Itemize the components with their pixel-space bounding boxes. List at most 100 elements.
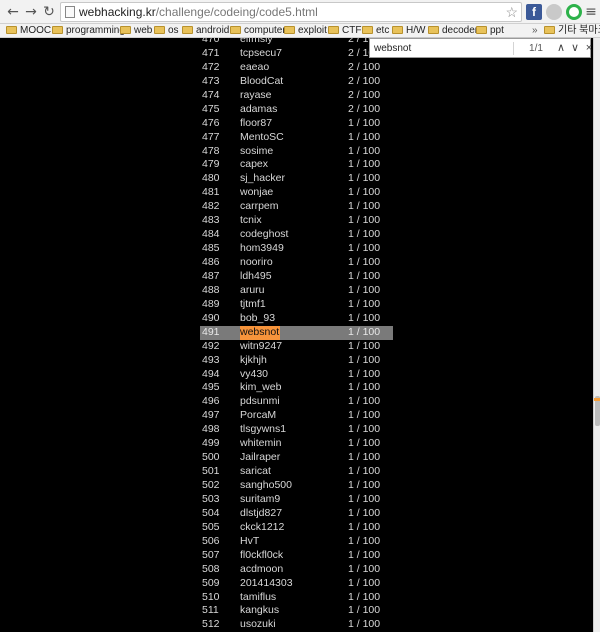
score-cell: 1 / 100 bbox=[348, 172, 381, 185]
bookmark-decoder[interactable]: decoder bbox=[428, 24, 478, 37]
score-cell: 1 / 100 bbox=[348, 479, 381, 491]
bookmark-android[interactable]: android bbox=[182, 24, 229, 37]
rank-cell: 500 bbox=[202, 451, 220, 464]
name-cell: suritam9 bbox=[240, 492, 281, 505]
score-cell: 1 / 100 bbox=[348, 339, 381, 352]
table-row: 500 Jailraper 1 / 100 bbox=[0, 451, 593, 465]
name-cell: usozuki bbox=[240, 618, 276, 631]
rank-cell: 508 bbox=[202, 562, 220, 575]
score-cell: 1 / 100 bbox=[348, 409, 381, 422]
rank-cell: 495 bbox=[202, 381, 220, 394]
table-row: 490 bob_93 1 / 100 bbox=[0, 312, 593, 326]
bookmark-etc[interactable]: etc bbox=[362, 24, 389, 37]
rank-cell: 490 bbox=[202, 311, 220, 324]
score-cell: 1 / 100 bbox=[348, 283, 381, 296]
rank-cell: 493 bbox=[202, 353, 220, 366]
back-arrow-icon[interactable]: ← bbox=[4, 3, 22, 21]
rank-cell: 487 bbox=[202, 269, 220, 282]
find-prev-icon[interactable]: ∧ bbox=[554, 40, 568, 56]
facebook-icon[interactable]: f bbox=[526, 4, 542, 20]
name-cell: vy430 bbox=[240, 367, 269, 380]
bookmark-ctf[interactable]: CTF bbox=[328, 24, 361, 37]
rank-cell: 496 bbox=[202, 395, 220, 408]
rank-cell: 473 bbox=[202, 74, 220, 87]
name-cell: websnot bbox=[240, 325, 281, 340]
folder-icon bbox=[392, 26, 403, 34]
name-cell: eaeao bbox=[240, 60, 270, 73]
star-icon[interactable]: ☆ bbox=[505, 3, 518, 21]
score-cell: 1 / 100 bbox=[348, 520, 381, 533]
bookmark-other[interactable]: 기타 북마크 bbox=[544, 24, 600, 37]
table-row: 482 carrpem 1 / 100 bbox=[0, 200, 593, 214]
rank-cell: 509 bbox=[202, 576, 220, 589]
rank-cell: 470 bbox=[202, 38, 220, 45]
rank-cell: 482 bbox=[202, 200, 220, 213]
bookmark-mooc[interactable]: MOOC bbox=[6, 24, 51, 37]
rank-cell: 484 bbox=[202, 228, 220, 241]
reload-icon[interactable]: ↻ bbox=[40, 3, 58, 21]
find-input[interactable]: websnot bbox=[374, 42, 514, 55]
forward-arrow-icon[interactable]: → bbox=[22, 3, 40, 21]
table-row: 494 vy430 1 / 100 bbox=[0, 368, 593, 382]
bookmark-web[interactable]: web bbox=[120, 24, 152, 37]
find-close-icon[interactable]: × bbox=[582, 40, 596, 56]
find-next-icon[interactable]: ∨ bbox=[568, 40, 582, 56]
url-host: webhacking.kr bbox=[79, 5, 156, 19]
bookmark-ppt[interactable]: ppt bbox=[476, 24, 504, 37]
find-count: 1/1 bbox=[529, 43, 543, 54]
name-cell: MentoSC bbox=[240, 130, 284, 143]
score-cell: 2 / 100 bbox=[348, 102, 381, 115]
table-row: 497 PorcaM 1 / 100 bbox=[0, 409, 593, 423]
extension-green-icon[interactable] bbox=[566, 4, 582, 20]
name-cell: sangho500 bbox=[240, 479, 292, 491]
rank-cell: 489 bbox=[202, 297, 220, 310]
name-cell: kjkhjh bbox=[240, 353, 267, 366]
folder-icon bbox=[154, 26, 165, 34]
score-cell: 1 / 100 bbox=[348, 465, 381, 478]
bookmark-hw[interactable]: H/W bbox=[392, 24, 425, 37]
score-cell: 1 / 100 bbox=[348, 256, 381, 268]
bookmark-programming[interactable]: programming bbox=[52, 24, 125, 37]
name-cell: rayase bbox=[240, 88, 272, 101]
address-bar[interactable]: webhacking.kr/challenge/codeing/code5.ht… bbox=[60, 2, 522, 22]
name-cell: tcpsecu7 bbox=[240, 46, 283, 59]
bookmark-os[interactable]: os bbox=[154, 24, 179, 37]
score-cell: 1 / 100 bbox=[348, 534, 381, 547]
bookmark-computer[interactable]: computer bbox=[230, 24, 286, 37]
name-cell: dlstjd827 bbox=[240, 506, 283, 519]
extension-shield-icon[interactable] bbox=[546, 4, 562, 20]
name-cell: tlsgywns1 bbox=[240, 423, 287, 436]
name-cell: ckck1212 bbox=[240, 520, 285, 533]
score-cell: 1 / 100 bbox=[348, 562, 381, 575]
name-cell: witn9247 bbox=[240, 339, 283, 352]
table-row: 472 eaeao 2 / 100 bbox=[0, 61, 593, 75]
table-row: 503 suritam9 1 / 100 bbox=[0, 493, 593, 507]
folder-icon bbox=[476, 26, 487, 34]
bookmark-overflow[interactable]: » bbox=[532, 24, 538, 37]
rank-cell: 501 bbox=[202, 465, 220, 478]
score-cell: 2 / 100 bbox=[348, 60, 381, 73]
rank-cell: 479 bbox=[202, 158, 220, 171]
table-row: 509 201414303 1 / 100 bbox=[0, 577, 593, 591]
name-cell: elfmsly bbox=[240, 38, 273, 45]
table-row: 473 BloodCat 2 / 100 bbox=[0, 75, 593, 89]
table-row: 488 aruru 1 / 100 bbox=[0, 284, 593, 298]
bookmark-exploit[interactable]: exploit bbox=[284, 24, 327, 37]
rank-cell: 485 bbox=[202, 242, 220, 255]
name-cell: ldh495 bbox=[240, 269, 272, 282]
rank-cell: 480 bbox=[202, 172, 220, 185]
score-cell: 1 / 100 bbox=[348, 423, 381, 436]
menu-icon[interactable]: ≡ bbox=[582, 3, 600, 21]
score-cell: 1 / 100 bbox=[348, 242, 381, 255]
find-match-marker bbox=[594, 398, 600, 401]
score-cell: 1 / 100 bbox=[348, 325, 381, 338]
table-row: 506 HvT 1 / 100 bbox=[0, 535, 593, 549]
rank-cell: 492 bbox=[202, 339, 220, 352]
table-row: 481 wonjae 1 / 100 bbox=[0, 186, 593, 200]
table-row: 489 tjtmf1 1 / 100 bbox=[0, 298, 593, 312]
name-cell: sosime bbox=[240, 144, 274, 157]
scrollbar[interactable] bbox=[593, 38, 600, 632]
rank-cell: 499 bbox=[202, 437, 220, 450]
score-cell: 1 / 100 bbox=[348, 297, 381, 310]
rank-cell: 505 bbox=[202, 520, 220, 533]
